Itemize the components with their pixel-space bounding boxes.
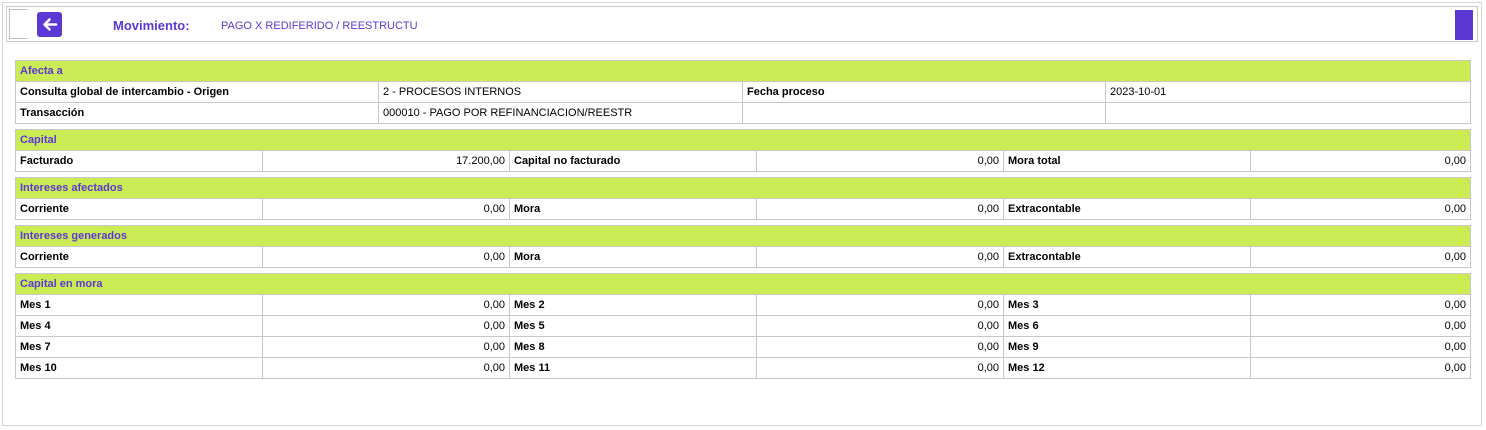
field-label: Mes 11 — [509, 357, 757, 379]
field-value: 000010 - PAGO POR REFINANCIACION/REESTR — [378, 102, 743, 124]
field-label: Mes 3 — [1003, 294, 1251, 316]
field-label: Mora — [509, 198, 757, 220]
field-value: 0,00 — [756, 336, 1004, 358]
field-label: Transacción — [15, 102, 379, 124]
field-label: Capital no facturado — [509, 150, 757, 172]
field-label: Mes 8 — [509, 336, 757, 358]
table-row: Mes 1 0,00 Mes 2 0,00 Mes 3 0,00 — [15, 294, 1472, 316]
field-label: Mes 9 — [1003, 336, 1251, 358]
field-value: 2 - PROCESOS INTERNOS — [378, 81, 743, 103]
table-row: Mes 4 0,00 Mes 5 0,00 Mes 6 0,00 — [15, 315, 1472, 337]
field-value: 0,00 — [756, 315, 1004, 337]
field-label: Corriente — [15, 246, 263, 268]
field-label: Mes 10 — [15, 357, 263, 379]
field-value: 0,00 — [1249, 294, 1472, 316]
section-title-intereses-generados: Intereses generados — [14, 225, 1472, 247]
field-label: Facturado — [15, 150, 263, 172]
intereses-afectados-table: Intereses afectados Corriente 0,00 Mora … — [14, 177, 1472, 220]
field-value: 0,00 — [1249, 357, 1472, 379]
table-row: Transacción 000010 - PAGO POR REFINANCIA… — [15, 102, 1472, 124]
table-row: Mes 7 0,00 Mes 8 0,00 Mes 9 0,00 — [15, 336, 1472, 358]
field-value: 0,00 — [262, 294, 510, 316]
field-label — [742, 102, 1106, 124]
capital-mora-table: Capital en mora Mes 1 0,00 Mes 2 0,00 Me… — [14, 273, 1472, 379]
field-label: Mes 12 — [1003, 357, 1251, 379]
header-right-button[interactable] — [1455, 10, 1473, 40]
field-value: 0,00 — [756, 198, 1004, 220]
section-title-capital-mora: Capital en mora — [14, 273, 1472, 295]
table-row: Facturado 17.200,00 Capital no facturado… — [15, 150, 1472, 172]
field-label: Consulta global de intercambio - Origen — [15, 81, 379, 103]
field-label: Mes 4 — [15, 315, 263, 337]
afecta-table: Afecta a Consulta global de intercambio … — [14, 60, 1472, 124]
field-value: 0,00 — [1249, 336, 1472, 358]
field-label: Mes 2 — [509, 294, 757, 316]
header-bar: Movimiento: PAGO X REDIFERIDO / REESTRUC… — [6, 6, 1478, 42]
arrow-left-icon — [43, 18, 58, 31]
field-value: 0,00 — [262, 198, 510, 220]
table-row: Consulta global de intercambio - Origen … — [15, 81, 1472, 103]
field-value: 0,00 — [262, 336, 510, 358]
table-row: Mes 10 0,00 Mes 11 0,00 Mes 12 0,00 — [15, 357, 1472, 379]
detail-panel: Afecta a Consulta global de intercambio … — [14, 60, 1472, 379]
field-value: 2023-10-01 — [1104, 81, 1472, 103]
field-label: Mora — [509, 246, 757, 268]
field-label: Extracontable — [1003, 246, 1251, 268]
field-value: 0,00 — [262, 357, 510, 379]
movimiento-label: Movimiento: — [113, 18, 190, 33]
field-value: 17.200,00 — [262, 150, 510, 172]
field-label: Extracontable — [1003, 198, 1251, 220]
field-label: Mes 6 — [1003, 315, 1251, 337]
field-value: 0,00 — [756, 357, 1004, 379]
movimiento-value: PAGO X REDIFERIDO / REESTRUCTU — [221, 20, 418, 32]
table-row: Corriente 0,00 Mora 0,00 Extracontable 0… — [15, 246, 1472, 268]
field-value — [1104, 102, 1472, 124]
field-label: Mes 7 — [15, 336, 263, 358]
header-left-tab — [9, 9, 27, 39]
back-button[interactable] — [37, 12, 62, 37]
field-label: Fecha proceso — [742, 81, 1106, 103]
field-label: Corriente — [15, 198, 263, 220]
section-title-capital: Capital — [14, 129, 1472, 151]
field-value: 0,00 — [1249, 246, 1472, 268]
field-value: 0,00 — [756, 246, 1004, 268]
field-value: 0,00 — [262, 315, 510, 337]
field-value: 0,00 — [756, 294, 1004, 316]
section-title-afecta: Afecta a — [14, 60, 1472, 82]
field-value: 0,00 — [1249, 150, 1472, 172]
field-label: Mora total — [1003, 150, 1251, 172]
table-row: Corriente 0,00 Mora 0,00 Extracontable 0… — [15, 198, 1472, 220]
field-value: 0,00 — [756, 150, 1004, 172]
field-label: Mes 5 — [509, 315, 757, 337]
section-title-intereses-afectados: Intereses afectados — [14, 177, 1472, 199]
capital-table: Capital Facturado 17.200,00 Capital no f… — [14, 129, 1472, 172]
field-value: 0,00 — [1249, 315, 1472, 337]
field-label: Mes 1 — [15, 294, 263, 316]
field-value: 0,00 — [1249, 198, 1472, 220]
intereses-generados-table: Intereses generados Corriente 0,00 Mora … — [14, 225, 1472, 268]
field-value: 0,00 — [262, 246, 510, 268]
